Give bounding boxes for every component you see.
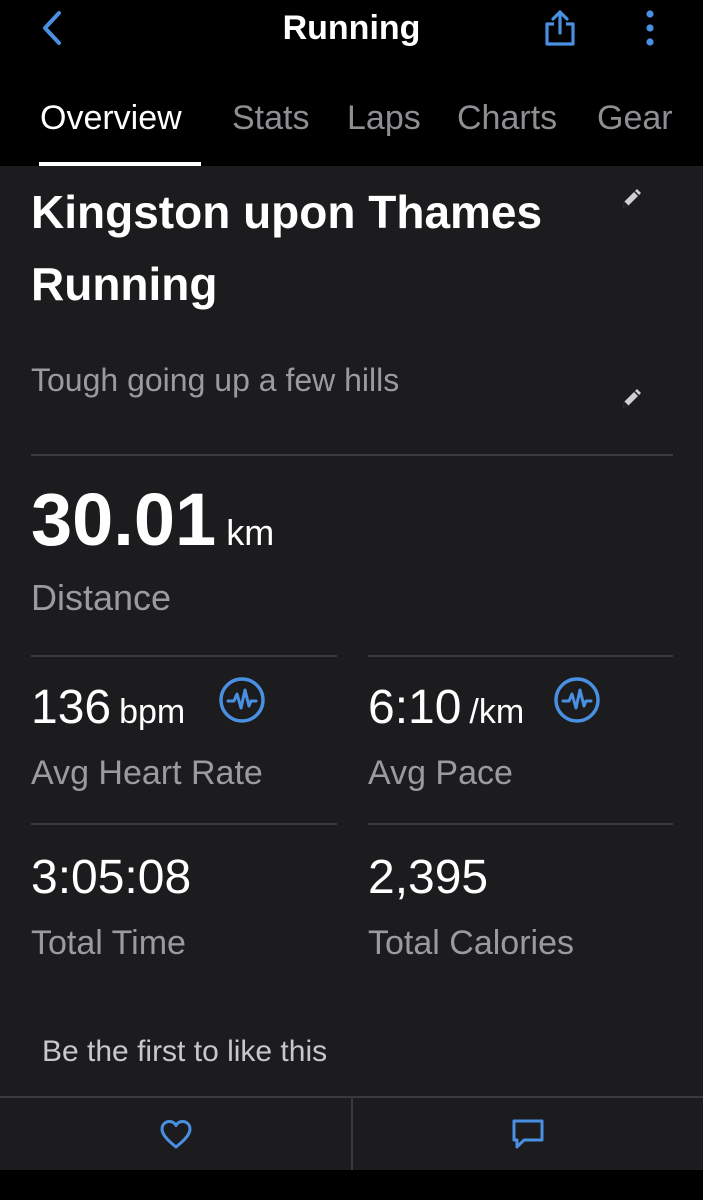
avg-pace-unit: /km	[469, 693, 525, 731]
distance-label: Distance	[31, 577, 172, 618]
bottom-safe-area	[0, 1170, 703, 1200]
header: Running Overview Stats Laps Charts Gear	[0, 0, 703, 166]
total-time-value: 3:05:08	[31, 851, 192, 904]
share-icon	[545, 10, 575, 46]
activity-title: Kingston upon Thames Running	[31, 186, 543, 310]
divider	[368, 823, 673, 825]
avg-pace-stat: 6:10/km Avg Pace	[368, 680, 524, 795]
total-calories-label: Total Calories	[368, 924, 574, 962]
distance-unit: km	[226, 512, 275, 553]
tab-laps[interactable]: Laps	[347, 92, 421, 144]
total-calories-stat: 2,395 Total Calories	[368, 850, 574, 965]
tab-bar: Overview Stats Laps Charts Gear	[0, 92, 703, 166]
total-calories-value: 2,395	[368, 851, 489, 904]
divider	[31, 454, 673, 456]
tab-overview[interactable]: Overview	[40, 92, 182, 144]
avg-pace-label: Avg Pace	[368, 754, 513, 792]
pencil-icon	[623, 389, 641, 407]
distance-value: 30.01 km	[31, 478, 274, 562]
divider	[31, 655, 337, 657]
overview-panel: Kingston upon Thames Running Tough going…	[0, 166, 703, 1096]
more-options-button[interactable]	[630, 6, 670, 50]
share-button[interactable]	[537, 6, 583, 50]
activity-description: Tough going up a few hills	[31, 362, 400, 398]
distance-number: 30.01	[31, 478, 217, 561]
total-time-stat: 3:05:08 Total Time	[31, 850, 191, 965]
heartbeat-chart-icon[interactable]	[218, 676, 266, 724]
total-time-label: Total Time	[31, 924, 186, 962]
divider	[31, 823, 337, 825]
comment-button[interactable]	[353, 1098, 703, 1170]
edit-title-button[interactable]	[612, 178, 652, 218]
heartbeat-chart-icon[interactable]	[553, 676, 601, 724]
edit-description-button[interactable]	[612, 378, 652, 418]
page-title: Running	[282, 9, 421, 47]
divider	[368, 655, 673, 657]
avg-pace-value: 6:10	[368, 681, 462, 734]
avg-heart-rate-value: 136	[31, 681, 112, 734]
activity-screen: Running Overview Stats Laps Charts Gear	[0, 0, 703, 1200]
tab-charts[interactable]: Charts	[457, 92, 557, 144]
action-bar	[0, 1096, 703, 1170]
likes-text: Be the first to like this	[42, 1035, 328, 1068]
comment-icon	[512, 1119, 544, 1149]
pencil-icon	[623, 189, 641, 207]
more-vertical-icon	[646, 10, 654, 46]
tab-stats[interactable]: Stats	[232, 92, 309, 144]
heart-icon	[160, 1120, 191, 1149]
avg-heart-rate-label: Avg Heart Rate	[31, 754, 263, 792]
avg-heart-rate-unit: bpm	[119, 693, 186, 731]
like-button[interactable]	[0, 1098, 351, 1170]
tab-gear[interactable]: Gear	[597, 92, 673, 144]
